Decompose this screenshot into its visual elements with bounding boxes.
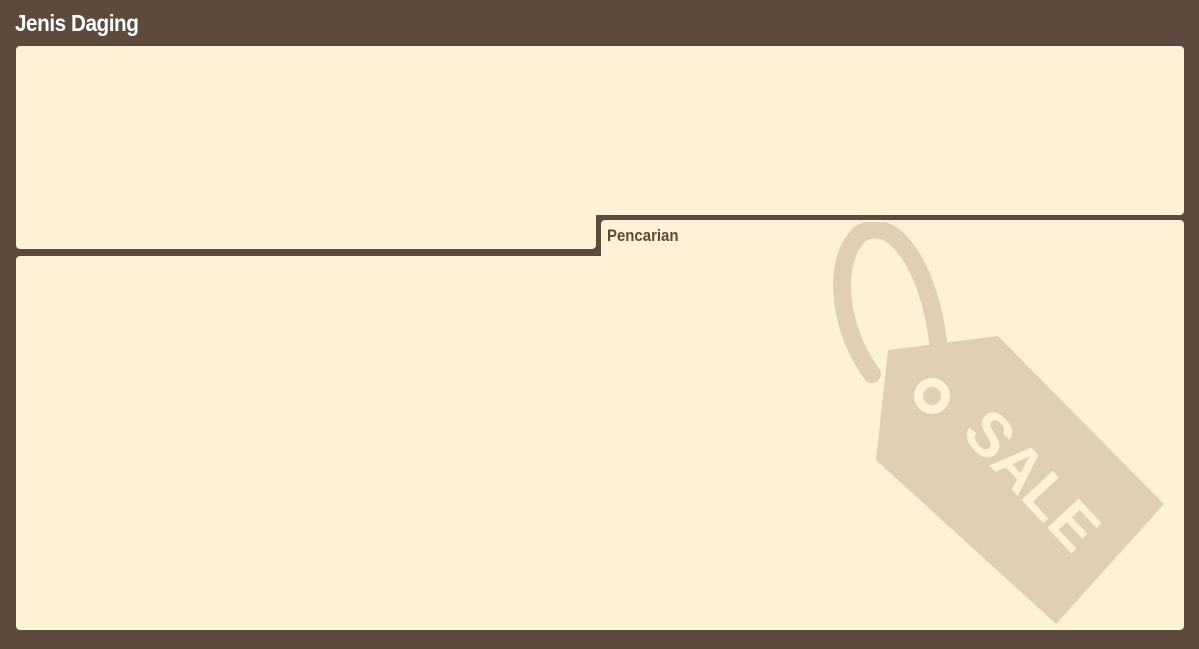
app-frame: Jenis Daging Pencarian SALE [0, 0, 1199, 649]
meat-type-panel-extension [16, 200, 596, 249]
sale-tag-icon: SALE [833, 222, 1164, 624]
results-panel [16, 256, 636, 630]
search-label: Pencarian [607, 226, 679, 245]
page-title: Jenis Daging [15, 10, 139, 36]
meat-type-panel [16, 46, 1184, 215]
